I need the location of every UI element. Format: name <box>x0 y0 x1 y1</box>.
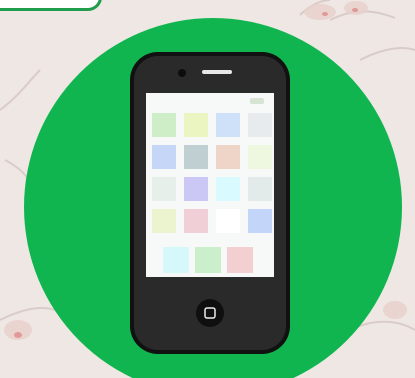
home-button[interactable] <box>196 299 224 327</box>
app-icon[interactable] <box>184 177 208 201</box>
top-left-tab <box>0 0 102 11</box>
dock-app-icon[interactable] <box>163 247 189 273</box>
app-icon[interactable] <box>248 177 272 201</box>
dock-apps[interactable] <box>163 247 253 273</box>
app-icon[interactable] <box>216 177 240 201</box>
app-icon[interactable] <box>216 113 240 137</box>
dock-app-icon[interactable] <box>227 247 253 273</box>
app-icon[interactable] <box>248 113 272 137</box>
app-icon[interactable] <box>248 209 272 233</box>
game-scene <box>0 0 415 378</box>
app-icon[interactable] <box>152 177 176 201</box>
app-icon[interactable] <box>184 209 208 233</box>
app-icon[interactable] <box>152 145 176 169</box>
app-icon[interactable] <box>216 145 240 169</box>
smartphone[interactable] <box>128 50 292 356</box>
app-icon[interactable] <box>184 145 208 169</box>
app-icon[interactable] <box>152 113 176 137</box>
smartphone-graphic <box>130 52 290 354</box>
app-icon[interactable] <box>248 145 272 169</box>
app-icon[interactable] <box>216 209 240 233</box>
dock-app-icon[interactable] <box>195 247 221 273</box>
app-icon[interactable] <box>184 113 208 137</box>
app-icon[interactable] <box>152 209 176 233</box>
